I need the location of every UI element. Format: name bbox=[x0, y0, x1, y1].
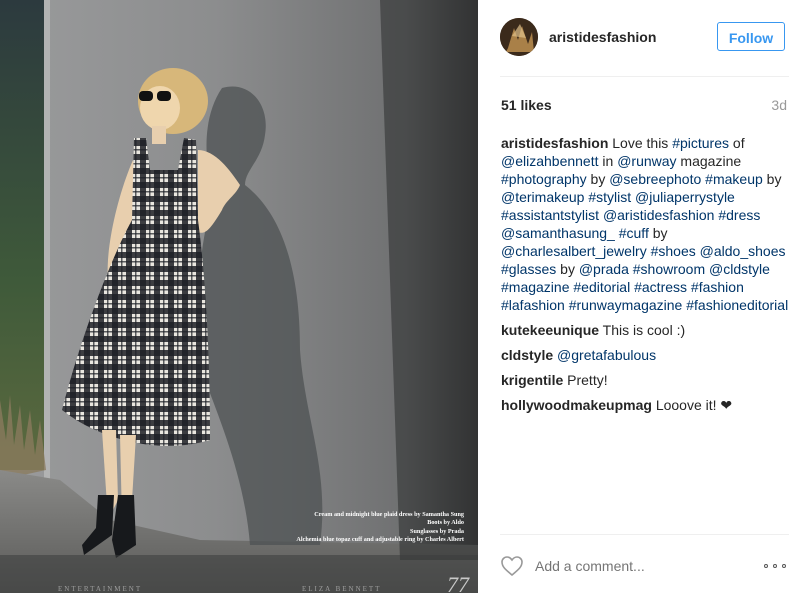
photo-illustration bbox=[0, 0, 478, 593]
list-item: hollywoodmakeupmag Looove it! ❤ bbox=[501, 396, 801, 414]
credit-line: Boots by Aldo bbox=[427, 519, 464, 527]
list-item: kutekeeunique This is cool :) bbox=[501, 321, 801, 339]
comment-text: of bbox=[729, 135, 745, 151]
comment-text: This is cool :) bbox=[602, 322, 686, 338]
comment-text: by bbox=[556, 261, 579, 277]
comment-text: in bbox=[598, 153, 618, 169]
post-details-panel: aristidesfashion Follow 51 likes 3d aris… bbox=[478, 0, 809, 593]
comment-username[interactable]: hollywoodmakeupmag bbox=[501, 397, 652, 413]
comment-link[interactable]: #actress bbox=[634, 279, 687, 295]
comment-text: by bbox=[762, 171, 782, 187]
comment-text: Pretty! bbox=[567, 372, 608, 388]
avatar[interactable] bbox=[500, 18, 538, 56]
follow-button[interactable]: Follow bbox=[717, 22, 785, 51]
comment-link[interactable]: #fashion bbox=[691, 279, 744, 295]
comment-link[interactable]: #glasses bbox=[501, 261, 556, 277]
more-options-icon[interactable] bbox=[764, 556, 790, 574]
comment-link[interactable]: @prada bbox=[579, 261, 629, 277]
credit-line: Sunglasses by Prada bbox=[410, 527, 464, 535]
photo-credit-caption: Cream and midnight blue plaid dress by S… bbox=[272, 511, 464, 545]
comment-link[interactable]: @terimakeup bbox=[501, 189, 584, 205]
post-age[interactable]: 3d bbox=[771, 97, 787, 113]
more-dot bbox=[782, 564, 786, 568]
comment-link[interactable]: @aldo_shoes bbox=[700, 243, 786, 259]
likes-count[interactable]: 51 likes bbox=[501, 97, 552, 113]
comment-link[interactable]: @cldstyle bbox=[709, 261, 770, 277]
comment-link[interactable]: @sebreephoto bbox=[609, 171, 701, 187]
magazine-name-label: ELIZA BENNETT bbox=[302, 585, 382, 593]
post-username[interactable]: aristidesfashion bbox=[549, 29, 656, 45]
comment-link[interactable]: #pictures bbox=[672, 135, 729, 151]
post-header: aristidesfashion Follow bbox=[478, 0, 809, 76]
credit-line: Alchemia blue topaz cuff and adjustable … bbox=[296, 536, 464, 544]
comment-input[interactable] bbox=[535, 557, 735, 575]
comment-link[interactable]: @gretafabulous bbox=[557, 347, 656, 363]
comment-link[interactable]: #lafashion bbox=[501, 297, 565, 313]
comment-link[interactable]: #editorial bbox=[573, 279, 630, 295]
comment-link[interactable]: #cuff bbox=[619, 225, 649, 241]
comment-username[interactable]: krigentile bbox=[501, 372, 563, 388]
comment-text: Looove it! ❤ bbox=[655, 397, 733, 413]
comment-link[interactable]: #photography bbox=[501, 171, 587, 187]
credit-line: Cream and midnight blue plaid dress by S… bbox=[314, 511, 464, 518]
comment-link[interactable]: @elizahbennett bbox=[501, 153, 599, 169]
comment-text: by bbox=[648, 225, 668, 241]
magazine-section-label: ENTERTAINMENT bbox=[58, 585, 143, 593]
list-item: krigentile Pretty! bbox=[501, 371, 801, 389]
comment-link[interactable]: #showroom bbox=[633, 261, 705, 277]
comment-link[interactable]: #magazine bbox=[501, 279, 570, 295]
magazine-page-number: 77 bbox=[447, 572, 469, 593]
comment-link[interactable]: #shoes bbox=[651, 243, 696, 259]
comment-link[interactable]: #makeup bbox=[705, 171, 763, 187]
comment-link[interactable]: @aristidesfashion bbox=[603, 207, 715, 223]
comment-link[interactable]: #dress bbox=[718, 207, 760, 223]
comment-link[interactable]: @runway bbox=[617, 153, 676, 169]
avatar-image bbox=[500, 18, 538, 56]
list-item: cldstyle @gretafabulous bbox=[501, 346, 801, 364]
caption-comment: aristidesfashion Love this #pictures of … bbox=[501, 134, 801, 314]
comments-list: aristidesfashion Love this #pictures of … bbox=[501, 134, 801, 414]
instagram-post: Cream and midnight blue plaid dress by S… bbox=[0, 0, 809, 593]
comment-link[interactable]: @juliaperrystyle bbox=[635, 189, 735, 205]
comment-username[interactable]: kutekeeunique bbox=[501, 322, 599, 338]
comment-link[interactable]: @samanthasung_ bbox=[501, 225, 615, 241]
post-photo[interactable]: Cream and midnight blue plaid dress by S… bbox=[0, 0, 478, 593]
comment-username[interactable]: cldstyle bbox=[501, 347, 553, 363]
comment-text: Love this bbox=[612, 135, 673, 151]
comment-link[interactable]: #assistantstylist bbox=[501, 207, 599, 223]
more-dot bbox=[764, 564, 768, 568]
comment-link[interactable]: #stylist bbox=[588, 189, 631, 205]
comment-text: magazine bbox=[676, 153, 742, 169]
header-divider bbox=[500, 76, 789, 77]
comment-text: by bbox=[586, 171, 610, 187]
comment-username[interactable]: aristidesfashion bbox=[501, 135, 608, 151]
comment-link[interactable]: #runwaymagazine bbox=[569, 297, 683, 313]
footer-divider bbox=[500, 534, 789, 535]
heart-outline-icon[interactable] bbox=[500, 555, 524, 577]
comment-link[interactable]: #fashioneditorial bbox=[686, 297, 788, 313]
more-dot bbox=[773, 564, 777, 568]
comment-link[interactable]: @charlesalbert_jewelry bbox=[501, 243, 647, 259]
